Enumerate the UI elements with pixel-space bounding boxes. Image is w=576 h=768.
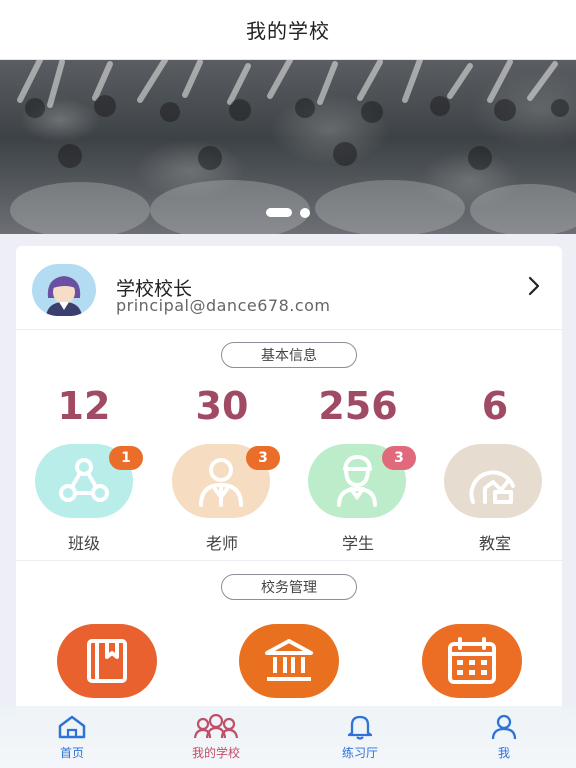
institution-icon [265, 639, 313, 681]
teacher-badge: 3 [246, 446, 280, 470]
user-icon [491, 714, 517, 740]
tab-my-school-label: 我的学校 [191, 746, 240, 760]
teacher-icon [199, 458, 243, 507]
tab-practice-hall[interactable]: 练习厅 [288, 706, 432, 768]
banner-carousel[interactable] [0, 60, 576, 234]
tab-me-label: 我 [497, 746, 510, 760]
tab-home[interactable]: 首页 [0, 706, 144, 768]
carousel-dot-active[interactable] [266, 208, 292, 217]
calendar-button[interactable] [422, 624, 522, 698]
classroom-count: 6 [481, 384, 509, 428]
institution-button[interactable] [239, 624, 339, 698]
bell-icon [347, 715, 373, 740]
chevron-right-icon[interactable] [522, 274, 546, 298]
student-icon [337, 455, 377, 507]
management-heading: 校务管理 [221, 574, 357, 600]
student-badge: 3 [382, 446, 416, 470]
female-avatar [32, 264, 96, 316]
tab-my-school[interactable]: 我的学校 [144, 706, 288, 768]
home-icon [58, 715, 86, 739]
people-icon [193, 714, 239, 739]
tab-practice-hall-label: 练习厅 [341, 746, 378, 760]
tab-home-label: 首页 [59, 746, 84, 760]
classroom-button[interactable] [444, 444, 542, 518]
carousel-dot[interactable] [300, 208, 310, 218]
student-count: 256 [318, 384, 398, 428]
classroom-chart-icon [469, 470, 515, 504]
tab-bar: 首页 我的学校 练习厅 我 [0, 706, 576, 768]
school-card: 学校校长 principal@dance678.com 基本信息 12 30 2… [16, 246, 562, 716]
class-badge: 1 [109, 446, 143, 470]
book-button[interactable] [57, 624, 157, 698]
carousel-indicator [0, 208, 576, 218]
class-network-icon [59, 458, 109, 502]
book-icon [87, 639, 127, 683]
profile-row[interactable]: 学校校长 principal@dance678.com [16, 246, 562, 330]
nav-bar: 我的学校 [0, 0, 576, 60]
page-title: 我的学校 [246, 19, 330, 43]
classroom-label: 教室 [478, 534, 511, 553]
class-count: 12 [57, 384, 111, 428]
section-divider [16, 560, 562, 561]
basic-info-heading: 基本信息 [221, 342, 357, 368]
profile-email: principal@dance678.com [116, 296, 331, 315]
class-label: 班级 [67, 534, 100, 553]
tab-me[interactable]: 我 [432, 706, 576, 768]
calendar-icon [448, 637, 496, 684]
teacher-count: 30 [195, 384, 249, 428]
student-label: 学生 [341, 534, 374, 553]
teacher-label: 老师 [205, 534, 238, 553]
